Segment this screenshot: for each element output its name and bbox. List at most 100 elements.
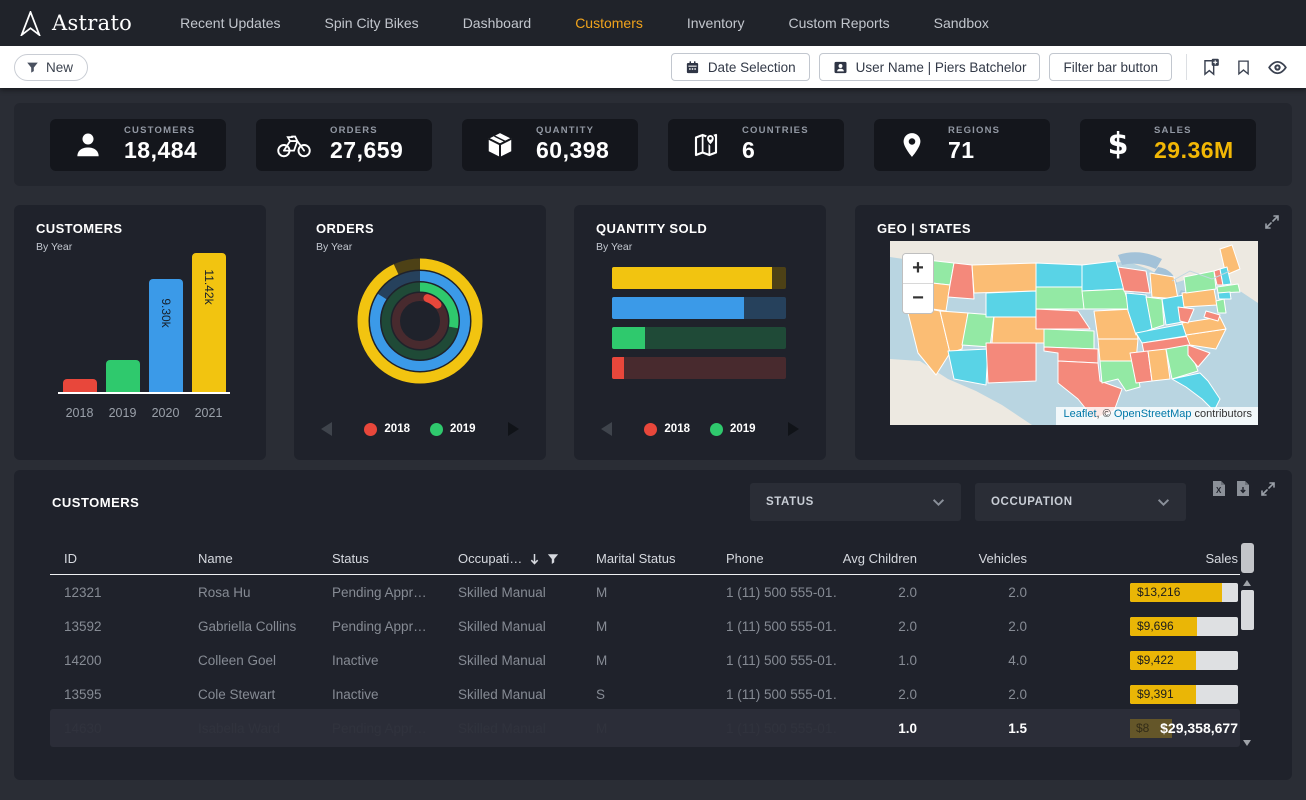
kpi-card-countries: COUNTRIES 6 (668, 119, 844, 171)
export-document-icon[interactable] (1236, 480, 1250, 497)
cell-vehicles: 2.0 (1008, 619, 1027, 634)
column-header-phone[interactable]: Phone (726, 551, 836, 566)
cell-id: 13595 (50, 687, 198, 702)
leaflet-link[interactable]: Leaflet (1064, 408, 1097, 420)
x-axis-labels: 2018 2019 2020 2021 (58, 406, 230, 420)
nav-items: Recent Updates Spin City Bikes Dashboard… (180, 15, 989, 31)
chart-legend: 2018 2019 (294, 422, 546, 436)
nav-item-dashboard[interactable]: Dashboard (463, 15, 532, 31)
panel-title: GEO | STATES (877, 221, 971, 236)
cell-sales: $9,391 (1137, 687, 1174, 701)
table-row[interactable]: 13592 Gabriella Collins Pending Appr… Sk… (50, 609, 1240, 643)
column-filter-icon[interactable] (547, 553, 559, 565)
bar-2018[interactable] (63, 379, 97, 392)
bar-value-label: 9.30k (159, 298, 173, 327)
panel-title: CUSTOMERS (36, 221, 122, 236)
column-header-name[interactable]: Name (198, 551, 332, 566)
bar-2021[interactable]: 11.42k (192, 253, 226, 392)
dropdown-label: OCCUPATION (991, 496, 1073, 508)
column-header-id[interactable]: ID (50, 551, 198, 566)
hbar-track[interactable] (612, 327, 786, 349)
occupation-dropdown[interactable]: OCCUPATION (975, 483, 1186, 521)
export-excel-icon[interactable]: X (1212, 480, 1226, 497)
new-filter-pill[interactable]: New (14, 54, 88, 81)
toolbar-divider (1186, 54, 1187, 80)
bar-2019[interactable] (106, 360, 140, 392)
hbar-fill (612, 267, 772, 289)
nav-item-custom-reports[interactable]: Custom Reports (788, 15, 889, 31)
zoom-in-button[interactable]: + (903, 254, 933, 284)
customers-table: ID Name Status Occupati… Marital Status … (50, 542, 1240, 751)
panel-subtitle: By Year (596, 241, 632, 253)
bookmark-add-icon[interactable] (1201, 58, 1220, 77)
panel-title: ORDERS (316, 221, 374, 236)
cell-sales: $13,216 (1137, 585, 1180, 599)
expand-icon[interactable] (1264, 214, 1280, 230)
us-states-map[interactable]: + − Leaflet, © OpenStreetMap contributor… (890, 241, 1258, 425)
column-header-sales[interactable]: Sales (1205, 551, 1238, 566)
user-name-button[interactable]: User Name | Piers Batchelor (819, 53, 1041, 81)
dropdown-label: STATUS (766, 496, 814, 508)
scrollbar-thumb[interactable] (1241, 590, 1254, 630)
sales-bar: $9,391 (1130, 685, 1238, 704)
column-header-status[interactable]: Status (332, 551, 458, 566)
kpi-label: QUANTITY (536, 125, 609, 136)
eye-icon[interactable] (1267, 57, 1288, 78)
nav-item-sandbox[interactable]: Sandbox (934, 15, 989, 31)
astrato-logo[interactable]: Astrato (18, 11, 132, 36)
scroll-down-arrow[interactable] (1243, 740, 1251, 746)
openstreetmap-link[interactable]: OpenStreetMap (1114, 408, 1192, 420)
x-tick: 2020 (149, 406, 183, 420)
legend-next-arrow-icon[interactable] (788, 422, 799, 436)
astrato-logo-icon (18, 11, 43, 36)
column-header-marital-status[interactable]: Marital Status (596, 551, 726, 566)
bicycle-icon (276, 131, 312, 159)
date-selection-button[interactable]: Date Selection (671, 53, 810, 81)
table-row[interactable]: 13595 Cole Stewart Inactive Skilled Manu… (50, 677, 1240, 711)
map-attribution: Leaflet, © OpenStreetMap contributors (1056, 407, 1259, 425)
nav-item-spin-city-bikes[interactable]: Spin City Bikes (325, 15, 419, 31)
table-row[interactable]: 12321 Rosa Hu Pending Appr… Skilled Manu… (50, 575, 1240, 609)
nav-item-customers[interactable]: Customers (575, 15, 643, 31)
column-header-vehicles[interactable]: Vehicles (979, 551, 1027, 566)
cell-avg-children: 2.0 (898, 687, 917, 702)
bookmark-icon[interactable] (1235, 59, 1252, 76)
legend-item-2019[interactable]: 2019 (710, 423, 756, 436)
chevron-down-icon (932, 498, 945, 507)
legend-item-2018[interactable]: 2018 (364, 423, 410, 436)
table-row[interactable]: 14200 Colleen Goel Inactive Skilled Manu… (50, 643, 1240, 677)
sort-descending-icon[interactable] (529, 553, 540, 565)
svg-text:X: X (1216, 486, 1222, 495)
scroll-up-arrow[interactable] (1243, 580, 1251, 586)
orders-donut-chart[interactable] (350, 251, 490, 391)
nav-item-recent-updates[interactable]: Recent Updates (180, 15, 280, 31)
kpi-value: 29.36M (1154, 137, 1234, 164)
cell-avg-children: 2.0 (898, 619, 917, 634)
column-header-avg-children[interactable]: Avg Children (843, 551, 917, 566)
legend-item-2018[interactable]: 2018 (644, 423, 690, 436)
column-header-occupation[interactable]: Occupati… (458, 551, 596, 566)
zoom-out-button[interactable]: − (903, 284, 933, 313)
table-header-row: ID Name Status Occupati… Marital Status … (50, 542, 1240, 575)
legend-next-arrow-icon[interactable] (508, 422, 519, 436)
hbar-track[interactable] (612, 267, 786, 289)
legend-prev-arrow-icon[interactable] (601, 422, 612, 436)
cell-name: Cole Stewart (198, 687, 332, 702)
hbar-track[interactable] (612, 357, 786, 379)
legend-item-2019[interactable]: 2019 (430, 423, 476, 436)
toolbar-actions: Date Selection User Name | Piers Batchel… (671, 53, 1292, 81)
kpi-card-quantity: QUANTITY 60,398 (462, 119, 638, 171)
legend-prev-arrow-icon[interactable] (321, 422, 332, 436)
filter-bar-button[interactable]: Filter bar button (1049, 53, 1172, 81)
hbar-track[interactable] (612, 297, 786, 319)
table-title: CUSTOMERS (52, 495, 139, 510)
cell-status: Inactive (332, 653, 458, 668)
sales-bar: $9,696 (1130, 617, 1238, 636)
hbar-fill (612, 297, 744, 319)
cell-phone: 1 (11) 500 555-01… (726, 585, 836, 600)
status-dropdown[interactable]: STATUS (750, 483, 961, 521)
expand-icon[interactable] (1260, 481, 1276, 497)
cell-occupation: Skilled Manual (458, 653, 596, 668)
nav-item-inventory[interactable]: Inventory (687, 15, 745, 31)
bar-2020[interactable]: 9.30k (149, 279, 183, 392)
